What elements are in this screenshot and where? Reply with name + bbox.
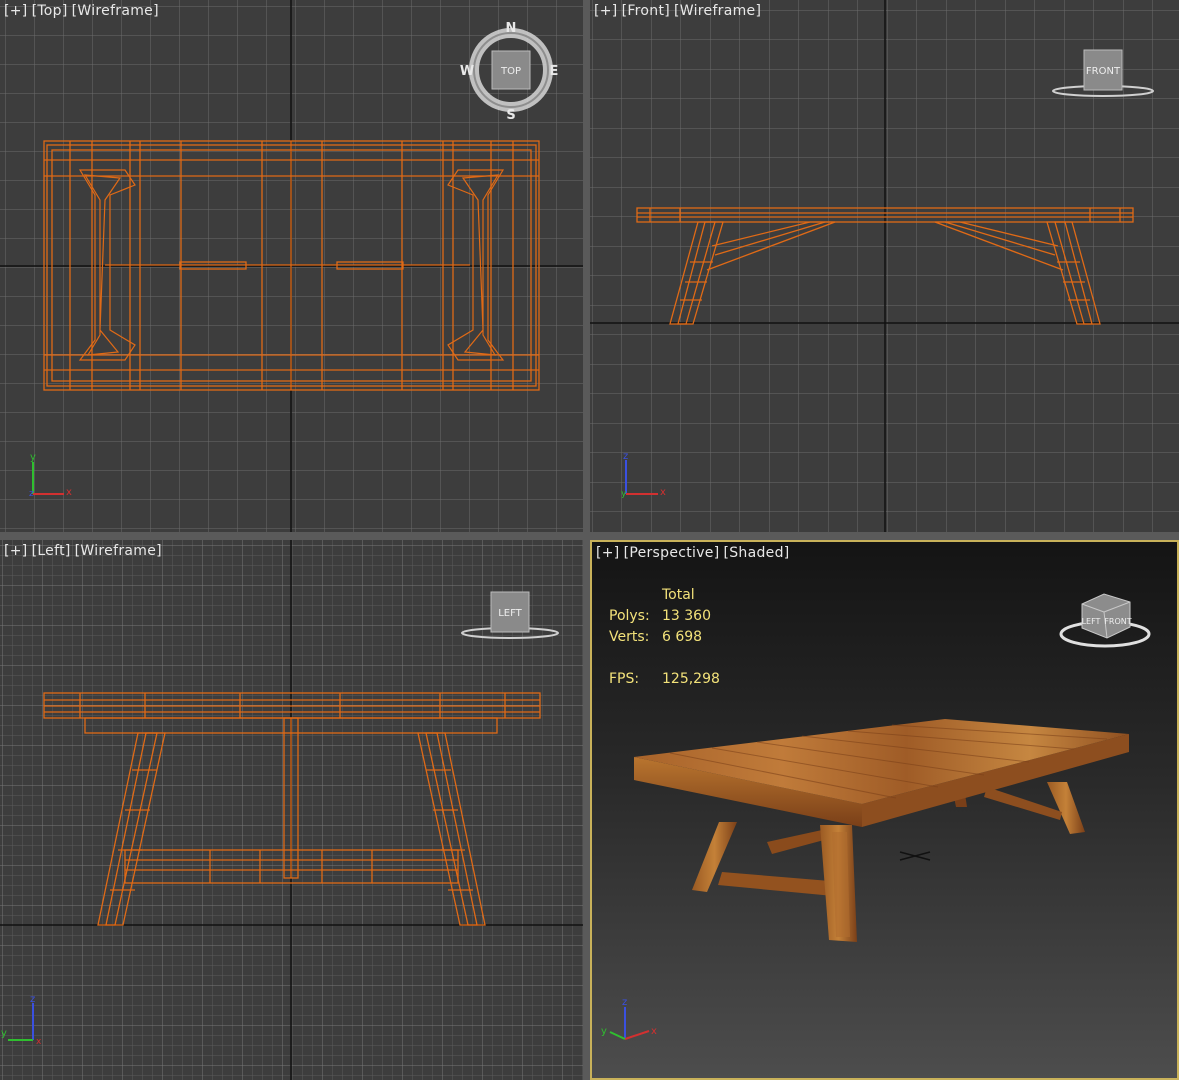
axis-x-label: x [651,1026,657,1037]
axis-z-label: z [623,451,628,462]
axis-tripod-icon: z y x [1,994,42,1047]
axis-x-label: x [36,1037,42,1047]
axis-y-label: y [1,1028,7,1039]
axis-z-label: z [29,489,34,499]
axis-tripod-icon: z x y [601,997,657,1040]
viewport-perspective[interactable]: [+] [Perspective] [Shaded] Total Polys: 13… [590,540,1179,1080]
axis-z-label: z [30,994,35,1005]
axis-y-label: y [601,1026,607,1037]
axis-tripod-icon: y x z [29,452,72,499]
viewport-front[interactable]: [+] [Front] [Wireframe] FRONT z x y [590,0,1179,532]
axis-y-label: y [621,489,627,499]
viewport-top[interactable]: [+] [Top] [Wireframe] TOP N S E W y x z [0,0,583,532]
axis-z-label: z [622,997,627,1008]
viewport-left[interactable]: [+] [Left] [Wireframe] LEFT z y x [0,540,583,1080]
axis-x-label: x [66,487,72,498]
axis-tripod-icon: z x y [621,451,666,499]
axis-y-label: y [30,452,36,463]
axis-x-label: x [660,487,666,498]
